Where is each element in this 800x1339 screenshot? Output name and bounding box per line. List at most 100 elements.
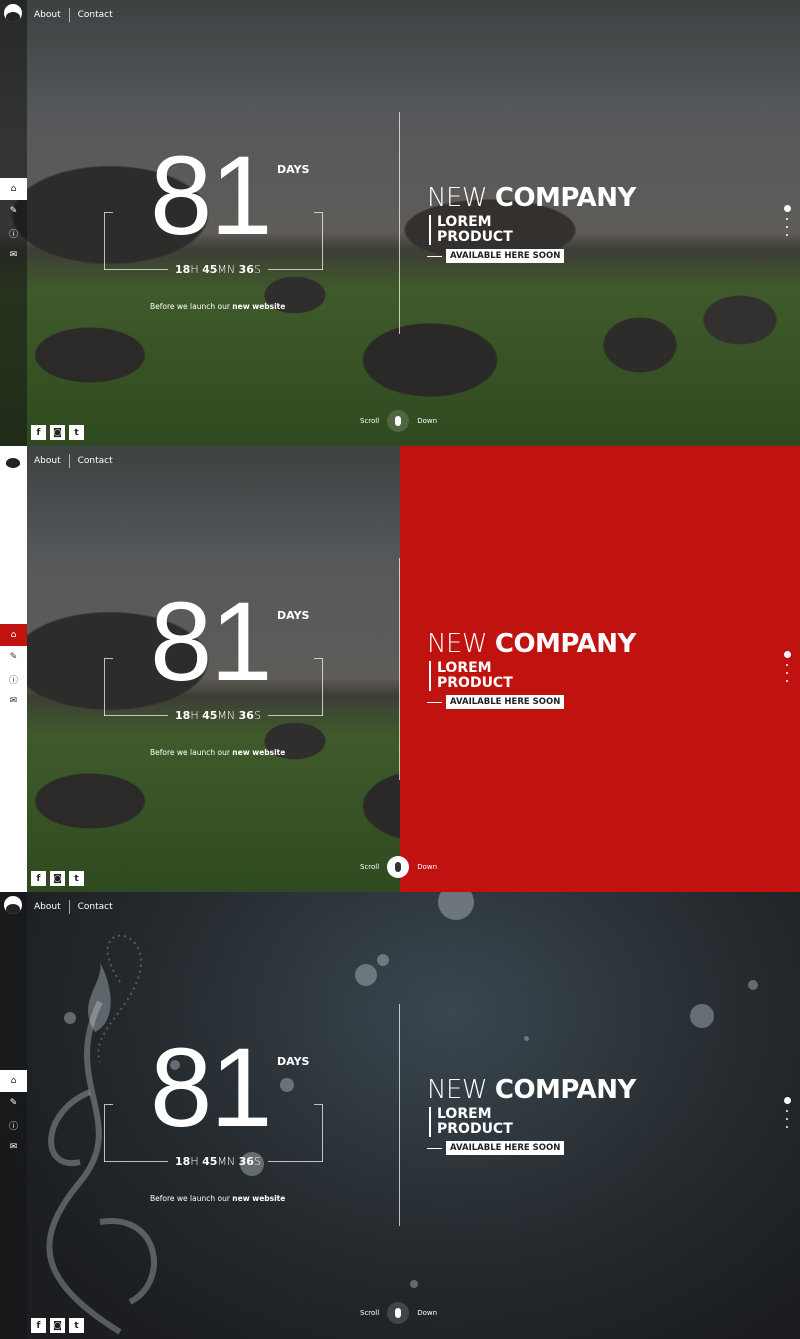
top-nav: About Contact [34,454,113,468]
bokeh-light [524,1036,529,1041]
home-icon[interactable]: ⌂ [0,178,27,200]
down-label: Down [417,1309,438,1317]
instagram-icon[interactable]: ◙ [50,1318,65,1333]
time-remaining: 18H 45MN 36S [175,263,261,276]
days-label: DAYS [277,609,310,622]
logo[interactable] [4,450,22,468]
bokeh-light [377,954,389,966]
mail-icon[interactable]: ✉ [0,244,27,266]
social-links: f ◙ t [31,1318,84,1333]
info-icon[interactable]: ⓘ [0,222,27,244]
social-links: f ◙ t [31,425,84,440]
home-icon[interactable]: ⌂ [0,624,27,646]
instagram-icon[interactable]: ◙ [50,425,65,440]
mouse-icon[interactable] [387,1302,410,1324]
bokeh-light [690,1004,714,1028]
facebook-icon[interactable]: f [31,871,46,886]
home-icon[interactable]: ⌂ [0,1070,27,1092]
down-label: Down [417,417,438,425]
center-divider [399,1004,400,1226]
divider [268,1161,323,1162]
edit-icon[interactable]: ✎ [0,1092,27,1114]
scroll-down[interactable]: Scroll Down [360,1302,437,1324]
launch-tagline: Before we launch our new website [150,302,286,311]
twitter-icon[interactable]: t [69,425,84,440]
section-dots[interactable] [783,651,791,688]
launch-tagline: Before we launch our new website [150,748,286,757]
bokeh-light [410,1280,418,1288]
mail-icon[interactable]: ✉ [0,690,27,712]
mail-icon[interactable]: ✉ [0,1136,27,1158]
product-name: LOREM PRODUCT [429,661,513,691]
social-links: f ◙ t [31,871,84,886]
panel-dark-bokeh: About Contact ⌂ ✎ ⓘ ✉ f ◙ t 81 DAYS 18H … [0,892,800,1339]
divider [104,269,168,270]
center-divider [399,558,400,780]
down-label: Down [417,863,438,871]
headline: NEW COMPANY [427,629,636,659]
headline: NEW COMPANY [427,183,636,213]
facebook-icon[interactable]: f [31,425,46,440]
panel-red-split: About Contact ⌂ ✎ ⓘ ✉ f ◙ t 81 DAYS 18H … [0,446,800,892]
top-nav: About Contact [34,8,113,22]
availability-badge: AVAILABLE HERE SOON [446,695,565,709]
section-dots[interactable] [783,205,791,242]
badge-line [427,702,442,703]
instagram-icon[interactable]: ◙ [50,871,65,886]
scroll-label: Scroll [360,417,380,425]
mouse-icon[interactable] [387,410,410,432]
bokeh-light [748,980,758,990]
nav-about[interactable]: About [34,456,61,466]
scroll-down[interactable]: Scroll Down [360,410,437,432]
nav-divider [68,8,70,22]
edit-icon[interactable]: ✎ [0,646,27,668]
availability-badge: AVAILABLE HERE SOON [446,249,565,263]
divider [268,269,323,270]
time-remaining: 18H 45MN 36S [175,709,261,722]
nav-contact[interactable]: Contact [78,456,113,466]
nav-divider [68,900,70,914]
side-menu: ⌂ ✎ ⓘ ✉ [0,1070,27,1158]
twitter-icon[interactable]: t [69,1318,84,1333]
badge-line [427,256,442,257]
scroll-label: Scroll [360,1309,380,1317]
side-menu: ⌂ ✎ ⓘ ✉ [0,624,27,712]
headline: NEW COMPANY [427,1075,636,1105]
days-label: DAYS [277,1055,310,1068]
nav-divider [68,454,70,468]
bokeh-light [280,1078,294,1092]
center-divider [399,112,400,334]
divider [104,715,168,716]
days-count: 81 [150,1025,273,1150]
mouse-icon[interactable] [387,856,410,878]
bokeh-light [355,964,377,986]
edit-icon[interactable]: ✎ [0,200,27,222]
scroll-down[interactable]: Scroll Down [360,856,437,878]
days-count: 81 [150,133,273,258]
time-remaining: 18H 45MN 36S [175,1155,261,1168]
nav-contact[interactable]: Contact [78,902,113,912]
launch-tagline: Before we launch our new website [150,1194,286,1203]
section-dots[interactable] [783,1097,791,1134]
days-label: DAYS [277,163,310,176]
top-nav: About Contact [34,900,113,914]
info-icon[interactable]: ⓘ [0,1114,27,1136]
side-menu: ⌂ ✎ ⓘ ✉ [0,178,27,266]
badge-line [427,1148,442,1149]
logo[interactable] [4,896,22,914]
info-icon[interactable]: ⓘ [0,668,27,690]
days-count: 81 [150,579,273,704]
scroll-label: Scroll [360,863,380,871]
logo[interactable] [4,4,22,22]
divider [104,1161,168,1162]
nav-about[interactable]: About [34,10,61,20]
nav-contact[interactable]: Contact [78,10,113,20]
product-name: LOREM PRODUCT [429,215,513,245]
availability-badge: AVAILABLE HERE SOON [446,1141,565,1155]
product-name: LOREM PRODUCT [429,1107,513,1137]
nav-about[interactable]: About [34,902,61,912]
facebook-icon[interactable]: f [31,1318,46,1333]
twitter-icon[interactable]: t [69,871,84,886]
panel-landscape: About Contact ⌂ ✎ ⓘ ✉ f ◙ t 81 DAYS 18H … [0,0,800,446]
divider [268,715,323,716]
